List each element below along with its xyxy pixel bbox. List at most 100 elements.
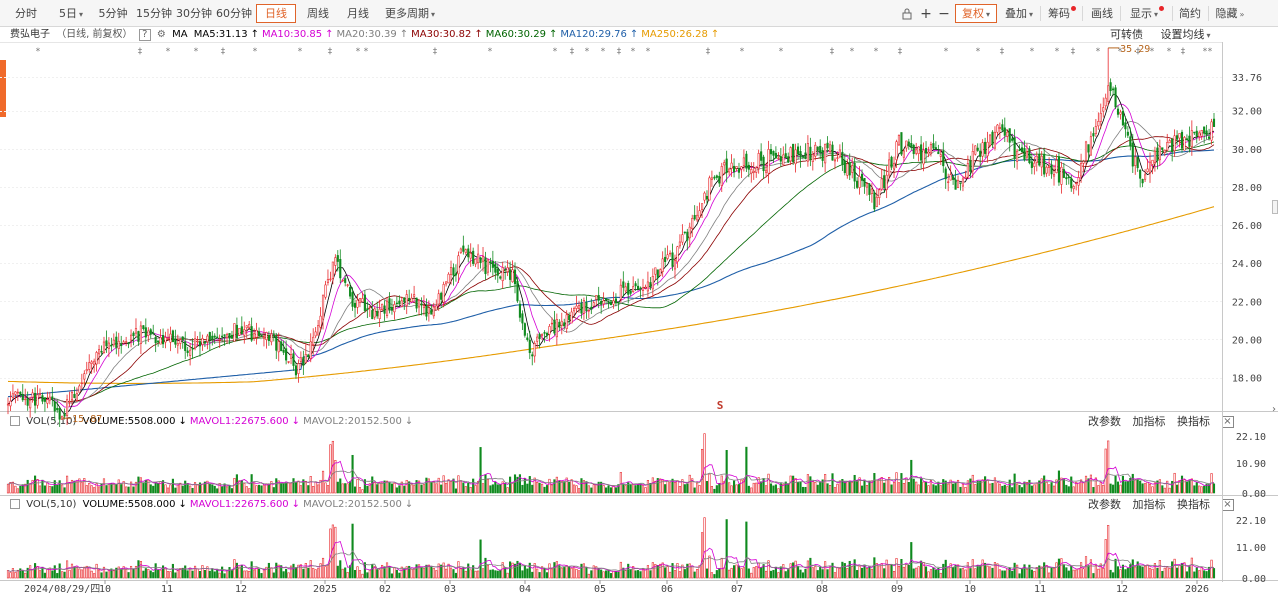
scroll-handle[interactable] [1272,200,1278,214]
volume-bar [157,569,160,579]
candle-body [644,286,647,289]
simple-button[interactable]: 简约 [1174,4,1206,23]
candle-body [1011,138,1014,141]
close-icon[interactable]: × [1221,499,1234,511]
volume-bar [1001,570,1004,579]
overlay-button[interactable]: 叠加 ▾ [1000,4,1038,23]
fuquan-button[interactable]: 复权 ▾ [955,4,997,23]
volume-bar [740,568,743,579]
candle-body [405,294,408,306]
help-icon[interactable]: ? [138,29,151,41]
volume-bar [297,480,300,494]
volume-bar [824,561,827,579]
volume-bar [309,560,312,579]
candle-body [1114,87,1117,108]
volume-bar [656,478,659,494]
period-weekly-button[interactable]: 周线 [298,4,338,23]
settings-gear-icon[interactable]: ⚙ [157,29,166,40]
period-30min-button[interactable]: 30分钟 [174,4,214,23]
period-5day-button[interactable]: 5日 ▾ [52,4,90,23]
volume-bar [939,572,942,579]
chips-button[interactable]: 筹码 [1044,4,1080,23]
vol-item: MAVOL2:20152.500 [303,416,402,427]
volume-bar [302,568,305,579]
display-button[interactable]: 显示 ▾ [1124,4,1170,23]
vol-collapse-icon[interactable] [10,499,20,509]
volume-bar [819,481,822,494]
volume-bar [509,476,512,494]
vol-items: VOLUME:5508.000 ↓ MAVOL1:22675.600 ↓ MAVOL2:… [83,416,417,427]
volume-bar [467,563,470,579]
zoom-out-icon[interactable]: − [936,4,952,23]
volume-bar [1116,481,1120,494]
period-more-button[interactable]: 更多周期 ▾ [380,4,440,23]
draw-line-button[interactable]: 画线 [1086,4,1118,23]
volume-bar [6,570,10,579]
candle-body [494,263,497,273]
volume-bar [986,479,989,494]
volume-bar [669,482,672,494]
volume-bar [956,479,960,494]
volume-bar [191,487,194,494]
volume-bar [245,570,248,579]
volume-bar [1126,568,1129,579]
convertible-bond-link[interactable]: 可转债 [1110,28,1143,41]
ma-item: MA20:30.39 [336,29,397,40]
volume-bar [452,569,455,579]
volume-bar [720,557,723,579]
candle-body [1173,135,1176,152]
period-fenshi-button[interactable]: 分时 [4,4,48,23]
volume-bar [331,524,334,579]
candle-body [415,297,418,309]
switch-indicator-link[interactable]: 换指标 [1177,415,1210,428]
event-marker: ‡ [569,47,574,57]
candle-body [383,305,386,314]
period-daily-button[interactable]: 日线 [256,4,296,23]
zoom-in-icon[interactable]: + [918,4,934,23]
volume-bar [61,484,64,494]
volume-bar [353,570,357,579]
hide-button[interactable]: 隐藏» [1210,4,1250,23]
volume-bar [622,567,625,579]
volume-bar [659,563,662,579]
event-marker: ‡ [1070,47,1075,57]
period-15min-button[interactable]: 15分钟 [134,4,174,23]
candle-body [260,335,263,337]
period-5min-button[interactable]: 5分钟 [93,4,133,23]
volume-bar [545,572,549,579]
vol-collapse-icon[interactable] [10,416,20,426]
period-label: 周线 [307,7,329,20]
edit-params-link[interactable]: 改参数 [1088,415,1121,428]
volume-bar [486,479,490,494]
volume-bar [713,488,716,494]
period-monthly-button[interactable]: 月线 [338,4,378,23]
ma-settings-link[interactable]: 设置均线 [1161,28,1205,41]
edit-params-link[interactable]: 改参数 [1088,498,1121,511]
period-60min-button[interactable]: 60分钟 [214,4,254,23]
add-indicator-link[interactable]: 加指标 [1133,415,1166,428]
volume-bar [1193,571,1196,579]
volume-bar [848,480,851,494]
candle-body [1055,159,1058,174]
switch-indicator-link[interactable]: 换指标 [1177,498,1210,511]
volume-bar [417,480,421,494]
volume-bar [629,484,632,494]
candle-body [393,304,396,313]
volume-bar [1097,485,1100,494]
candle-body [988,134,992,146]
grid [0,77,1222,379]
volume-bar [580,478,583,494]
volume-bar [511,562,514,579]
volume-bar [427,478,430,494]
volume-bar [112,570,115,579]
chevron-right-icon[interactable]: › [1272,404,1276,415]
volume-bar [536,568,539,579]
volume-bar [1173,558,1176,579]
volume-bar [216,569,219,579]
volume-bar [93,487,96,494]
volume-bar [216,488,219,494]
add-indicator-link[interactable]: 加指标 [1133,498,1166,511]
lock-icon[interactable] [898,4,916,23]
close-icon[interactable]: × [1221,416,1234,428]
candle-body [1178,133,1181,139]
